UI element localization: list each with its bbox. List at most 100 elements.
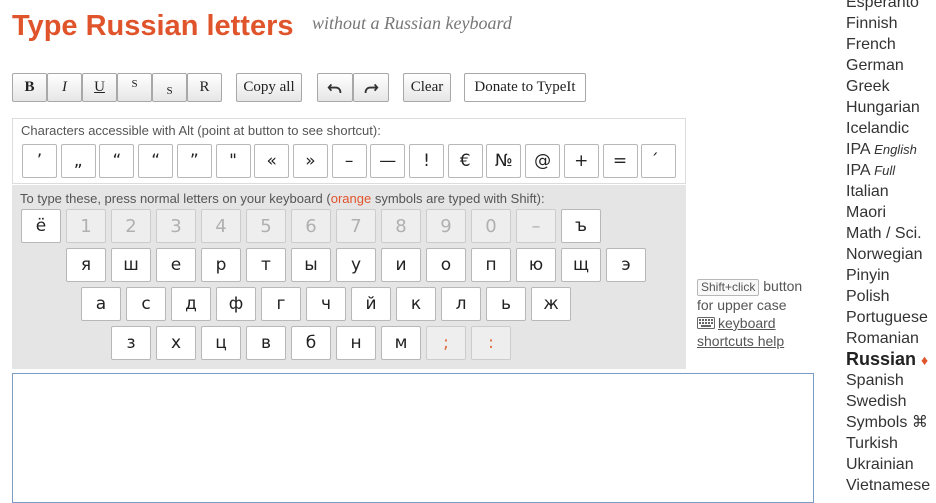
letter-key[interactable]: 9 [426,209,466,243]
copy-all-button[interactable]: Copy all [236,73,302,102]
letter-key[interactable]: ь [486,287,526,321]
underline-button[interactable]: U [82,73,117,102]
alt-char-key[interactable]: + [563,144,599,178]
letter-key[interactable]: 0 [471,209,511,243]
letter-key[interactable]: й [351,287,391,321]
letter-key[interactable]: 6 [291,209,331,243]
alt-char-key[interactable]: ” [176,144,212,178]
letter-key[interactable]: ф [216,287,256,321]
language-link[interactable]: Pinyin [846,265,936,286]
letter-key[interactable]: г [261,287,301,321]
language-link[interactable]: Romanian [846,328,936,349]
language-link[interactable]: Polish [846,286,936,307]
language-link[interactable]: French [846,34,936,55]
alt-char-key[interactable]: « [254,144,290,178]
language-link[interactable]: Norwegian [846,244,936,265]
language-link[interactable]: German [846,55,936,76]
letter-key[interactable]: 2 [111,209,151,243]
letter-key[interactable]: 3 [156,209,196,243]
alt-char-key[interactable]: № [486,144,522,178]
letter-key[interactable]: – [516,209,556,243]
letter-key[interactable]: ъ [561,209,601,243]
language-link[interactable]: Italian [846,181,936,202]
italic-button[interactable]: I [47,73,82,102]
letter-key[interactable]: : [471,326,511,360]
language-link[interactable]: Icelandic [846,118,936,139]
alt-char-key[interactable]: — [370,144,406,178]
alt-char-key[interactable]: “ [99,144,135,178]
letter-key[interactable]: з [111,326,151,360]
letter-key[interactable]: т [246,248,286,282]
letter-key[interactable]: е [156,248,196,282]
letter-key[interactable]: 5 [246,209,286,243]
reset-format-button[interactable]: R [187,73,222,102]
letter-key[interactable]: н [336,326,376,360]
letter-key[interactable]: ы [291,248,331,282]
language-link[interactable]: Greek [846,76,936,97]
language-link[interactable]: Symbols ⌘ [846,412,936,433]
undo-button[interactable] [317,73,353,102]
alt-char-key[interactable]: " [215,144,251,178]
subscript-button[interactable]: S [152,73,187,102]
alt-char-key[interactable]: » [292,144,328,178]
language-link[interactable]: Hungarian [846,97,936,118]
letter-key[interactable]: д [171,287,211,321]
alt-char-key[interactable]: € [447,144,483,178]
language-link[interactable]: Math / Sci. [846,223,936,244]
language-link[interactable]: Maori [846,202,936,223]
letter-key[interactable]: 1 [66,209,106,243]
letter-key[interactable]: о [426,248,466,282]
clear-button[interactable]: Clear [403,73,451,102]
alt-char-key[interactable]: “ [138,144,174,178]
letter-key[interactable]: х [156,326,196,360]
letter-key[interactable]: ж [531,287,571,321]
letter-key[interactable]: ё [21,209,61,243]
letter-key[interactable]: и [381,248,421,282]
language-link[interactable]: Finnish [846,13,936,34]
language-link[interactable]: Vietnamese [846,475,936,496]
letter-key[interactable]: к [396,287,436,321]
alt-char-key[interactable]: = [602,144,638,178]
language-link[interactable]: Russian ♦ [846,349,936,370]
letter-key[interactable]: ш [111,248,151,282]
letter-key[interactable]: а [81,287,121,321]
donate-button[interactable]: Donate to TypeIt [464,73,586,102]
letter-key[interactable]: м [381,326,421,360]
superscript-button[interactable]: S [117,73,152,102]
language-link[interactable]: Spanish [846,370,936,391]
bold-button[interactable]: B [12,73,47,102]
language-link[interactable]: Esperanto [846,0,936,13]
keyboard-shortcuts-help-link[interactable]: keyboard shortcuts help [697,314,815,350]
letter-key[interactable]: л [441,287,481,321]
alt-char-key[interactable]: ’ [22,144,57,178]
alt-char-key[interactable]: – [331,144,367,178]
letter-key[interactable]: р [201,248,241,282]
letter-key[interactable]: 8 [381,209,421,243]
alt-char-key[interactable]: „ [60,144,96,178]
text-editor[interactable] [12,373,814,503]
letter-key[interactable]: б [291,326,331,360]
letter-key[interactable]: ; [426,326,466,360]
letter-key[interactable]: 7 [336,209,376,243]
letter-key[interactable]: э [606,248,646,282]
language-link[interactable]: IPA Full [846,160,936,181]
language-link[interactable]: IPA English [846,139,936,160]
letter-key[interactable]: с [126,287,166,321]
letter-key[interactable]: ц [201,326,241,360]
redo-button[interactable] [353,73,389,102]
alt-char-key[interactable]: ́ [641,144,677,178]
letter-key[interactable]: щ [561,248,601,282]
letter-key[interactable]: я [66,248,106,282]
letter-key[interactable]: ю [516,248,556,282]
letter-key[interactable]: п [471,248,511,282]
letter-key[interactable]: в [246,326,286,360]
alt-char-key[interactable]: ! [409,144,444,178]
language-link[interactable]: Portuguese [846,307,936,328]
letter-key[interactable]: ч [306,287,346,321]
language-link[interactable]: Ukrainian [846,454,936,475]
language-link[interactable]: Swedish [846,391,936,412]
letter-key[interactable]: у [336,248,376,282]
alt-char-key[interactable]: @ [525,144,561,178]
letter-key[interactable]: 4 [201,209,241,243]
language-link[interactable]: Turkish [846,433,936,454]
